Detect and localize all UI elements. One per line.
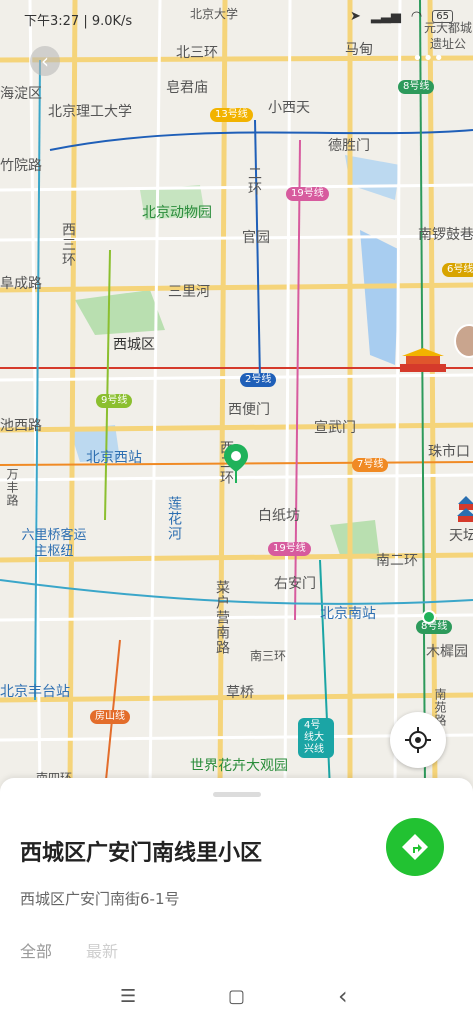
map-label: 北京丰台站 [0,684,70,700]
subway-badge: 6号线 [442,263,473,277]
map-label: 草桥 [226,685,254,701]
temple-of-heaven-icon [457,496,473,522]
tab-all[interactable]: 全部 [20,938,52,962]
map-label: 万丰路 [5,468,19,507]
chevron-left-icon: ‹ [41,49,49,73]
map-label: 木樨园 [426,644,468,660]
subway-badge: 19号线 [268,542,311,556]
map-view[interactable]: 北京大学 元大都城 遗址公 北三环 马甸 海淀区 皂君庙 北京理工大学 小西天 … [0,0,473,790]
back-button[interactable]: ‹ [30,46,60,76]
subway-badge: 8号线 [416,620,453,634]
map-label: 南二环 [376,553,418,569]
map-label: 二环 [246,166,262,196]
map-label: 官园 [242,230,270,246]
location-arrow-icon: ➤ [350,9,361,24]
locate-me-button[interactable] [390,712,446,768]
status-bar: 下午3:27 | 9.0K/s ➤ ▂▃▅ ◠ 65 [0,0,473,36]
map-label: 阜成路 [0,276,42,292]
back-nav-icon[interactable]: ‹ [338,982,348,1010]
map-label: 马甸 [345,42,373,58]
subway-badge: 2号线 [240,373,277,387]
subway-badge: 8号线 [398,80,435,94]
map-label: 小西天 [268,100,310,116]
subway-badge: 4号线大兴线 [298,718,334,758]
map-label: 德胜门 [328,138,370,154]
place-title: 西城区广安门南线里小区 [20,841,263,866]
map-label: 皂君庙 [166,80,208,96]
map-label: 莲花河 [166,496,182,541]
map-label: 北京动物园 [142,205,212,221]
status-time: 下午3:27 | 9.0K/s [24,14,133,29]
more-button[interactable]: ••• [412,47,444,69]
map-label: 北京西站 [86,450,142,466]
map-label: 西三环 [60,222,76,267]
signal-icon: ▂▃▅ [370,9,401,24]
subway-badge: 9号线 [96,394,133,408]
map-label: 北京南站 [320,606,376,622]
directions-button[interactable] [386,818,444,876]
map-label: 珠市口 [428,444,470,460]
map-label: 西城区 [113,337,155,353]
battery-icon: 65 [432,10,453,23]
map-label: 白纸坊 [258,508,300,524]
map-label: 海淀区 [0,86,42,102]
map-label: 南三环 [250,649,287,663]
sheet-drag-handle[interactable] [213,792,261,797]
subway-badge: 7号线 [352,458,389,472]
map-label: 宣武门 [314,420,356,436]
map-label: 菜户营南路 [214,580,230,655]
map-label: 西便门 [228,402,270,418]
map-label: 三里河 [168,284,210,300]
directions-icon [402,834,428,860]
subway-badge: 13号线 [210,108,253,122]
more-dots-icon: ••• [412,47,444,69]
tiananmen-icon [400,348,446,372]
station-dot-icon [422,610,436,624]
location-pin-icon [224,444,248,483]
map-label: 竹院路 [0,158,42,174]
map-label: 天坛 [449,528,473,544]
map-label: 右安门 [274,576,316,592]
subway-badge: 房山线 [90,710,130,724]
place-address: 西城区广安门南街6-1号 [20,890,180,908]
tab-recent[interactable]: 最新 [86,938,118,962]
recents-icon[interactable]: ☰ [120,986,136,1007]
map-label: 世界花卉大观园 [190,758,288,774]
map-label: 南锣鼓巷 [418,227,473,243]
wifi-icon: ◠ [410,9,423,24]
home-icon[interactable]: ▢ [228,986,245,1007]
system-nav-bar: ☰ ▢ ‹ [0,976,473,1024]
map-label: 北三环 [176,45,218,61]
map-label: 六里桥客运主枢纽 [21,528,87,559]
subway-badge: 19号线 [286,187,329,201]
map-label: 北京理工大学 [48,104,132,120]
crosshair-icon [405,727,431,753]
map-label: 池西路 [0,418,42,434]
